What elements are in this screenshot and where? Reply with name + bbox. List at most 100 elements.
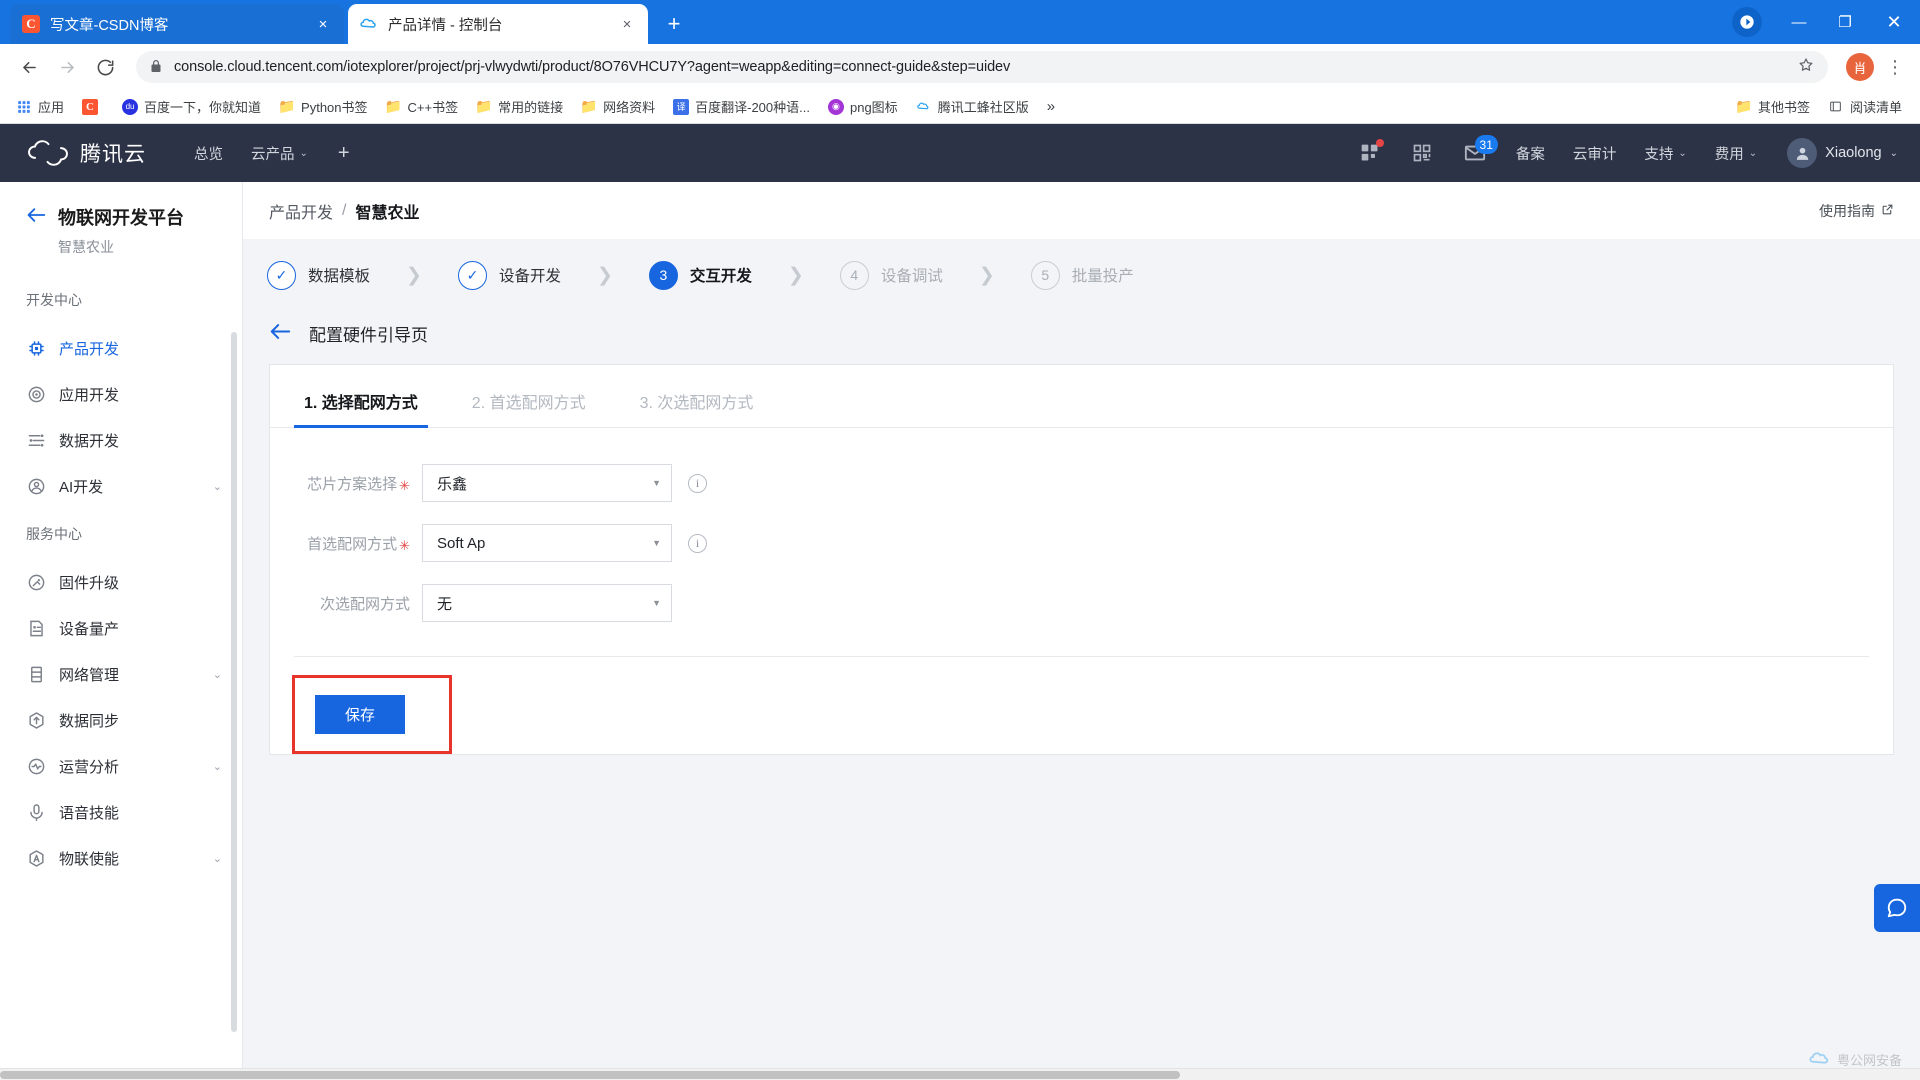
qr-code-icon[interactable] [1396, 124, 1448, 182]
maximize-button[interactable]: ❐ [1822, 0, 1868, 44]
browser-profile-icon[interactable] [1732, 7, 1762, 37]
back-arrow-icon[interactable] [269, 323, 291, 344]
sidebar-item-label: 数据同步 [59, 712, 120, 730]
bookmark-python[interactable]: 📁 Python书签 [271, 94, 375, 119]
nav-item-support[interactable]: 支持 ⌄ [1630, 124, 1700, 182]
network-manage-icon [26, 664, 46, 684]
sidebar-title-row[interactable]: 物联网开发平台 [26, 204, 242, 230]
page-body: 物联网开发平台 智慧农业 开发中心 产品开发 应用开发 数据开发 AI开发 ⌄ … [0, 182, 1920, 1080]
sidebar-item-network-manage[interactable]: 网络管理 ⌄ [0, 651, 242, 697]
mail-icon[interactable]: 31 [1448, 124, 1502, 182]
tab-secondary-network-mode[interactable]: 3. 次选配网方式 [630, 389, 764, 428]
forward-arrow-icon[interactable] [50, 50, 84, 84]
config-card: 1. 选择配网方式 2. 首选配网方式 3. 次选配网方式 芯片方案选择 ✳ 乐… [269, 364, 1894, 755]
window-controls: — ❐ ✕ [1732, 0, 1920, 44]
sidebar-item-voice-skill[interactable]: 语音技能 [0, 789, 242, 835]
step-device-dev[interactable]: ✓ 设备开发 [457, 260, 561, 290]
nav-item-beian[interactable]: 备案 [1502, 124, 1559, 182]
info-icon[interactable]: i [688, 473, 707, 493]
address-bar[interactable]: console.cloud.tencent.com/iotexplorer/pr… [136, 51, 1828, 83]
folder-icon: 📁 [278, 98, 296, 114]
close-icon[interactable]: × [312, 13, 334, 35]
breadcrumb-parent[interactable]: 产品开发 [269, 199, 333, 223]
chat-bubble-icon[interactable] [1874, 884, 1920, 932]
firmware-upgrade-icon [26, 572, 46, 592]
nav-item-products[interactable]: 云产品 ⌄ [237, 124, 322, 182]
sidebar-item-iot-enable[interactable]: 物联使能 ⌄ [0, 835, 242, 881]
tab-title: 产品详情 - 控制台 [388, 17, 503, 34]
sidebar-header: 物联网开发平台 智慧农业 [0, 204, 242, 257]
step-data-template[interactable]: ✓ 数据模板 [267, 260, 370, 290]
tencent-icon [916, 99, 932, 115]
sidebar-item-firmware-upgrade[interactable]: 固件升级 [0, 559, 242, 605]
bookmark-network-docs[interactable]: 📁 网络资料 [573, 94, 663, 119]
nav-add-button[interactable]: + [322, 124, 366, 182]
back-arrow-icon[interactable] [26, 207, 46, 227]
minimize-button[interactable]: — [1776, 0, 1822, 44]
required-marker: ✳ [399, 537, 410, 553]
step-mass-production[interactable]: 5 批量投产 [1030, 260, 1134, 290]
horizontal-scrollbar[interactable] [0, 1068, 1920, 1080]
chevron-down-icon: ▼ [652, 478, 661, 488]
chip-solution-select[interactable]: 乐鑫 ▼ [422, 464, 672, 502]
nav-user-menu[interactable]: Xiaolong ⌄ [1771, 138, 1898, 168]
sidebar-item-device-batch[interactable]: 设备量产 [0, 605, 242, 651]
step-arrow-icon: ❯ [406, 264, 422, 286]
sidebar-item-product-dev[interactable]: 产品开发 [0, 325, 242, 371]
window-close-button[interactable]: ✕ [1868, 0, 1920, 44]
sidebar-item-ai-dev[interactable]: AI开发 ⌄ [0, 463, 242, 509]
analytics-icon [26, 756, 46, 776]
browser-tab-csdn[interactable]: C 写文章-CSDN博客 × [10, 4, 344, 44]
bookmark-baidu-fanyi[interactable]: 译 百度翻译-200种语... [665, 94, 818, 119]
step-interaction-dev[interactable]: 3 交互开发 [648, 260, 752, 290]
bookmark-label: 百度一下，你就知道 [144, 100, 262, 115]
nav-item-cloud-audit[interactable]: 云审计 [1559, 124, 1631, 182]
reload-icon[interactable] [88, 50, 122, 84]
step-device-debug[interactable]: 4 设备调试 [839, 260, 943, 290]
step-circle-done: ✓ [267, 260, 296, 290]
bookmark-cpp[interactable]: 📁 C++书签 [378, 94, 467, 119]
nav-item-billing[interactable]: 费用 ⌄ [1701, 124, 1771, 182]
nav-item-overview[interactable]: 总览 [180, 124, 237, 182]
usage-guide-link[interactable]: 使用指南 [1819, 201, 1894, 221]
horizontal-scrollbar-thumb[interactable] [0, 1071, 1180, 1079]
bookmark-baidu[interactable]: du 百度一下，你就知道 [114, 94, 269, 119]
tab-primary-network-mode[interactable]: 2. 首选配网方式 [462, 389, 596, 428]
sidebar-scrollbar[interactable] [231, 332, 237, 1032]
bookmark-label: 百度翻译-200种语... [695, 100, 810, 115]
step-circle-current: 3 [648, 260, 678, 290]
sidebar-item-data-dev[interactable]: 数据开发 [0, 417, 242, 463]
bookmark-csdn[interactable]: C [74, 96, 112, 118]
sidebar-item-data-sync[interactable]: 数据同步 [0, 697, 242, 743]
tencent-cloud-logo[interactable]: 腾讯云 [26, 138, 146, 168]
dashboard-grid-icon[interactable] [1344, 124, 1396, 182]
bookmark-tencent-gongfeng[interactable]: 腾讯工蜂社区版 [908, 94, 1037, 119]
browser-tab-console[interactable]: 产品详情 - 控制台 × [348, 4, 648, 44]
sidebar-subtitle: 智慧农业 [58, 239, 114, 255]
page-title: 物联网开发平台 [58, 208, 184, 228]
back-arrow-icon[interactable] [12, 50, 46, 84]
bookmark-png-icons[interactable]: ◉ png图标 [820, 94, 906, 119]
primary-network-select[interactable]: Soft Ap ▼ [422, 524, 672, 562]
user-avatar-toolbar[interactable]: 肖 [1846, 53, 1874, 81]
secondary-network-select[interactable]: 无 ▼ [422, 584, 672, 622]
breadcrumb: 产品开发 / 智慧农业 使用指南 [243, 182, 1920, 239]
kebab-menu-icon[interactable]: ⋮ [1882, 57, 1908, 78]
url-text: console.cloud.tencent.com/iotexplorer/pr… [174, 59, 1011, 75]
bookmark-label: 常用的链接 [498, 100, 564, 115]
bookmarks-overflow-button[interactable]: » [1039, 98, 1063, 115]
save-button[interactable]: 保存 [315, 695, 406, 734]
select-value: 无 [437, 595, 453, 613]
sidebar-item-app-dev[interactable]: 应用开发 [0, 371, 242, 417]
tab-select-network-mode[interactable]: 1. 选择配网方式 [294, 389, 428, 428]
chevron-down-icon: ⌄ [212, 852, 222, 865]
bookmark-other-bookmarks[interactable]: 📁 其他书签 [1728, 94, 1818, 119]
close-icon[interactable]: × [616, 13, 638, 35]
star-icon[interactable] [1798, 57, 1814, 78]
info-icon[interactable]: i [688, 533, 707, 553]
bookmark-reading-list[interactable]: 阅读清单 [1820, 94, 1910, 119]
new-tab-button[interactable]: + [658, 8, 690, 40]
sidebar-item-analytics[interactable]: 运营分析 ⌄ [0, 743, 242, 789]
bookmark-common-links[interactable]: 📁 常用的链接 [468, 94, 571, 119]
bookmark-apps[interactable]: 应用 [8, 94, 72, 119]
